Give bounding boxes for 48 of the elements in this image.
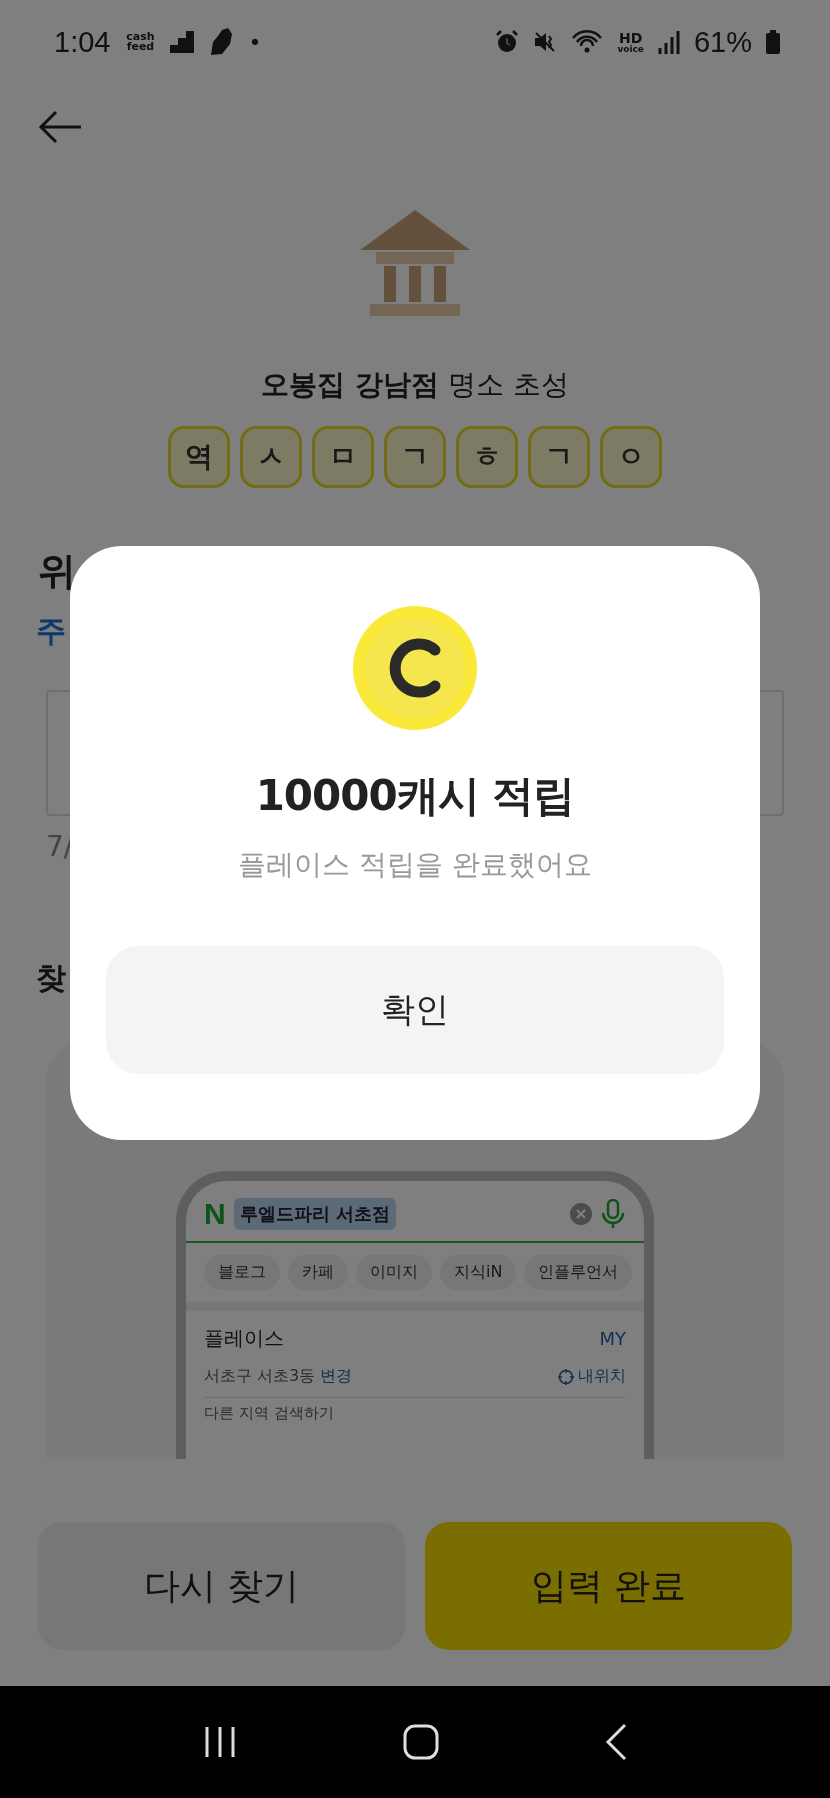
search-query: 루엘드파리 서초점 bbox=[233, 1198, 396, 1230]
other-region-text: 다른 지역 검색하기 bbox=[204, 1397, 626, 1423]
category-chip: 카페 bbox=[288, 1255, 348, 1290]
retry-button[interactable]: 다시 찾기 bbox=[38, 1522, 405, 1650]
section-title: 찾 bbox=[36, 959, 66, 997]
signal-icon bbox=[657, 30, 680, 54]
category-chip: 블로그 bbox=[204, 1255, 280, 1290]
landmark-icon bbox=[360, 210, 470, 316]
status-time: 1:04 bbox=[54, 25, 111, 59]
question-link[interactable]: 주 bbox=[36, 611, 66, 652]
dialog-message: 플레이스 적립을 완료했어요 bbox=[238, 847, 592, 883]
back-arrow-icon bbox=[38, 110, 82, 144]
hint-letter: ㅎ bbox=[456, 426, 518, 488]
hint-letter: 역 bbox=[168, 426, 230, 488]
app-logo: cash feed bbox=[125, 32, 156, 52]
hint-letter: ㅅ bbox=[240, 426, 302, 488]
hint-letter: ㄱ bbox=[528, 426, 590, 488]
voice-label: voice bbox=[617, 44, 644, 54]
place-section-title: 플레이스 bbox=[204, 1325, 284, 1352]
battery-percent: 61% bbox=[693, 25, 752, 59]
clear-icon bbox=[570, 1203, 592, 1225]
wifi-icon bbox=[571, 29, 604, 55]
category-chip: 인플루언서 bbox=[524, 1255, 633, 1290]
confirm-button[interactable]: 확인 bbox=[106, 946, 724, 1074]
hint-letter: ㅇ bbox=[600, 426, 662, 488]
hd-label: HD bbox=[619, 30, 643, 45]
battery-icon bbox=[766, 30, 780, 54]
location-text: 서초구 서초3동 변경 bbox=[204, 1366, 353, 1387]
home-icon[interactable] bbox=[403, 1724, 439, 1760]
hint-letter: ㄱ bbox=[384, 426, 446, 488]
category-chip: 이미지 bbox=[356, 1255, 432, 1290]
coin-icon bbox=[353, 606, 477, 730]
stairs-icon bbox=[170, 31, 195, 53]
submit-button[interactable]: 입력 완료 bbox=[425, 1522, 792, 1650]
my-label: MY bbox=[599, 1328, 626, 1349]
notification-dot: • bbox=[248, 29, 262, 55]
crosshair-icon bbox=[558, 1368, 574, 1385]
my-location-label[interactable]: 내위치 bbox=[578, 1366, 626, 1387]
search-logo: N bbox=[204, 1197, 226, 1231]
back-icon[interactable] bbox=[605, 1723, 627, 1761]
recents-icon[interactable] bbox=[203, 1725, 237, 1759]
microphone-icon bbox=[600, 1199, 626, 1229]
place-title: 오봉집 강남점 명소 초성 bbox=[261, 367, 569, 403]
category-chip: 지식iN bbox=[440, 1255, 517, 1290]
alarm-icon bbox=[495, 30, 520, 54]
hint-letter: ㅁ bbox=[312, 426, 374, 488]
dialog-title: 10000캐시 적립 bbox=[255, 770, 575, 822]
question-heading: 위 bbox=[38, 548, 76, 595]
